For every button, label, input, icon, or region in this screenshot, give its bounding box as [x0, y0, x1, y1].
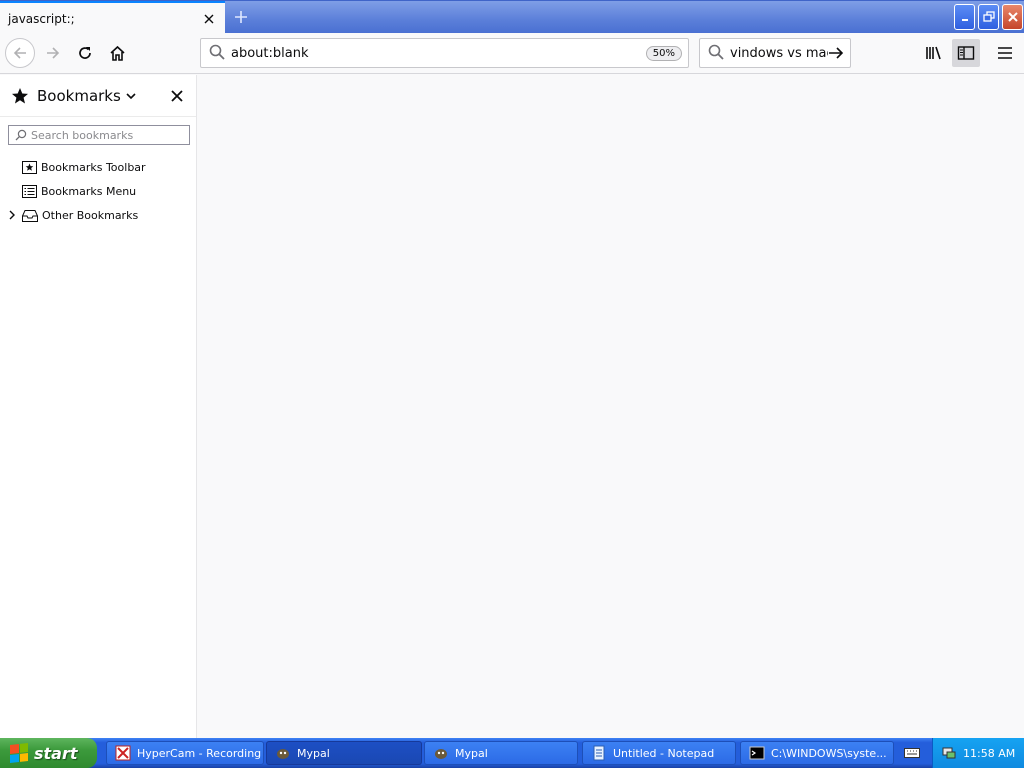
taskbar-item-label: Untitled - Notepad: [613, 746, 715, 760]
bookmarks-sidebar: Bookmarks Bookmarks Toolbar Bookmarks Me…: [0, 75, 197, 738]
taskbar-item-mypal[interactable]: Mypal: [424, 741, 578, 765]
start-button[interactable]: start: [0, 738, 97, 768]
search-bar[interactable]: vindows vs mac: [699, 38, 851, 68]
search-icon: [708, 44, 724, 63]
keyboard-icon[interactable]: [903, 744, 921, 762]
library-button[interactable]: [920, 39, 948, 67]
zoom-indicator[interactable]: 50%: [645, 45, 682, 61]
arrow-right-icon[interactable]: [828, 45, 844, 61]
tree-item-label: Other Bookmarks: [42, 208, 139, 222]
new-tab-button[interactable]: [230, 6, 252, 28]
other-bookmarks-icon: [22, 209, 38, 222]
bookmarks-toolbar-icon: [22, 160, 37, 174]
tab-title: javascript:;: [8, 11, 75, 26]
navigation-toolbar: about:blank 50% vindows vs mac: [0, 33, 1024, 74]
tab-strip: javascript:;: [0, 0, 1024, 34]
chevron-down-icon[interactable]: [126, 92, 136, 100]
home-button[interactable]: [102, 38, 132, 68]
bookmarks-tree: Bookmarks Toolbar Bookmarks Menu Other B…: [0, 155, 196, 227]
back-button[interactable]: [5, 38, 35, 68]
search-bookmarks-field[interactable]: [8, 125, 190, 145]
tab-close-icon[interactable]: [199, 9, 219, 29]
search-query[interactable]: vindows vs mac: [730, 46, 828, 61]
mypal-icon: [433, 745, 449, 761]
close-window-button[interactable]: [1002, 4, 1023, 30]
tree-item-other-bookmarks[interactable]: Other Bookmarks: [0, 203, 196, 227]
taskbar-item-label: Mypal: [455, 746, 488, 760]
star-icon: [11, 87, 29, 105]
bookmarks-menu-icon: [22, 184, 37, 198]
notepad-icon: [591, 745, 607, 761]
search-icon: [15, 129, 27, 141]
cmd-icon: [749, 745, 765, 761]
page-content[interactable]: [198, 75, 1024, 738]
taskbar-item-hypercam[interactable]: HyperCam - Recording: [106, 741, 264, 765]
taskbar: start HyperCam - Recording Mypal Mypal U…: [0, 738, 1024, 768]
search-icon: [209, 44, 225, 63]
reload-button[interactable]: [70, 38, 100, 68]
taskbar-item-label: C:\WINDOWS\syste...: [771, 746, 887, 760]
tree-item-label: Bookmarks Toolbar: [41, 160, 146, 174]
taskbar-item-mypal-active[interactable]: Mypal: [266, 741, 422, 765]
taskbar-item-notepad[interactable]: Untitled - Notepad: [582, 741, 736, 765]
tree-item-label: Bookmarks Menu: [41, 184, 137, 198]
restore-button[interactable]: [978, 4, 999, 30]
tree-item-bookmarks-menu[interactable]: Bookmarks Menu: [0, 179, 196, 203]
forward-button[interactable]: [38, 38, 68, 68]
minimize-button[interactable]: [954, 4, 975, 30]
taskbar-item-cmd[interactable]: C:\WINDOWS\syste...: [740, 741, 894, 765]
sidebar-toggle-button[interactable]: [952, 39, 980, 67]
clock[interactable]: 11:58 AM: [963, 747, 1015, 760]
taskbar-item-label: Mypal: [297, 746, 330, 760]
start-label: start: [34, 743, 78, 763]
hamburger-menu-icon[interactable]: [991, 39, 1019, 67]
url-text[interactable]: about:blank: [231, 46, 646, 61]
tree-item-bookmarks-toolbar[interactable]: Bookmarks Toolbar: [0, 155, 196, 179]
windows-logo-icon: [10, 743, 28, 763]
sidebar-title[interactable]: Bookmarks: [37, 87, 121, 105]
taskbar-item-label: HyperCam - Recording: [137, 746, 262, 760]
url-bar[interactable]: about:blank 50%: [200, 38, 689, 68]
hypercam-icon: [115, 745, 131, 761]
tab-active[interactable]: javascript:;: [0, 1, 225, 34]
search-bookmarks-input[interactable]: [31, 128, 181, 142]
system-tray: 11:58 AM: [932, 738, 1024, 768]
chevron-right-icon[interactable]: [7, 209, 17, 221]
close-sidebar-icon[interactable]: [166, 85, 188, 107]
mypal-icon: [275, 745, 291, 761]
network-icon[interactable]: [941, 745, 957, 761]
